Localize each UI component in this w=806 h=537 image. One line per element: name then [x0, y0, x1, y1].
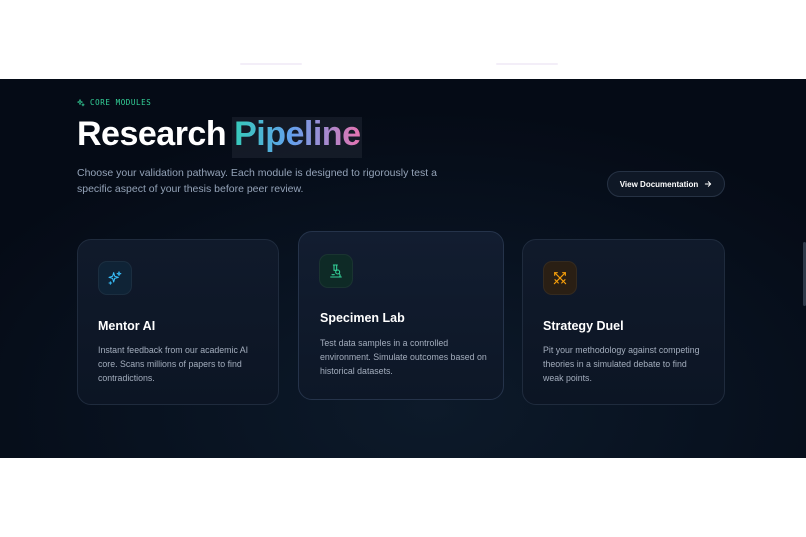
module-card-mentor-ai[interactable]: Mentor AI Instant feedback from our acad… — [77, 239, 279, 405]
mentor-icon-tile — [98, 261, 132, 295]
view-documentation-label: View Documentation — [619, 179, 699, 189]
faint-divider — [496, 63, 558, 65]
module-title: Specimen Lab — [320, 311, 405, 325]
microscope-icon — [330, 264, 342, 278]
duel-icon-tile — [543, 261, 577, 295]
eyebrow: CORE MODULES — [77, 98, 151, 107]
arrow-right-icon — [705, 181, 712, 187]
sparkles-icon — [108, 271, 122, 285]
research-pipeline-section: CORE MODULES Research Pipeline Choose yo… — [0, 79, 806, 458]
specimen-icon-tile — [319, 254, 353, 288]
title-main: Research — [77, 115, 227, 153]
module-card-strategy-duel[interactable]: Strategy Duel Pit your methodology again… — [522, 239, 725, 405]
module-description: Test data samples in a controlled enviro… — [320, 338, 487, 376]
module-card-specimen-lab[interactable]: Specimen Lab Test data samples in a cont… — [298, 231, 504, 400]
view-documentation-button[interactable]: View Documentation — [607, 171, 725, 197]
module-title: Strategy Duel — [543, 319, 624, 333]
module-title: Mentor AI — [98, 319, 156, 333]
faint-divider — [240, 63, 302, 65]
section-subtitle: Choose your validation pathway. Each mod… — [77, 167, 437, 195]
page-title: Research Pipeline — [77, 115, 363, 158]
title-accent: Pipeline — [234, 115, 361, 153]
module-description: Pit your methodology against competing t… — [543, 345, 700, 383]
eyebrow-label: CORE MODULES — [90, 98, 152, 107]
crossed-swords-icon — [553, 272, 567, 285]
top-blank-area — [0, 0, 806, 79]
title-accent-wrap: Pipeline — [226, 115, 363, 158]
module-description: Instant feedback from our academic AI co… — [98, 345, 249, 383]
sparkle-icon — [77, 98, 85, 106]
